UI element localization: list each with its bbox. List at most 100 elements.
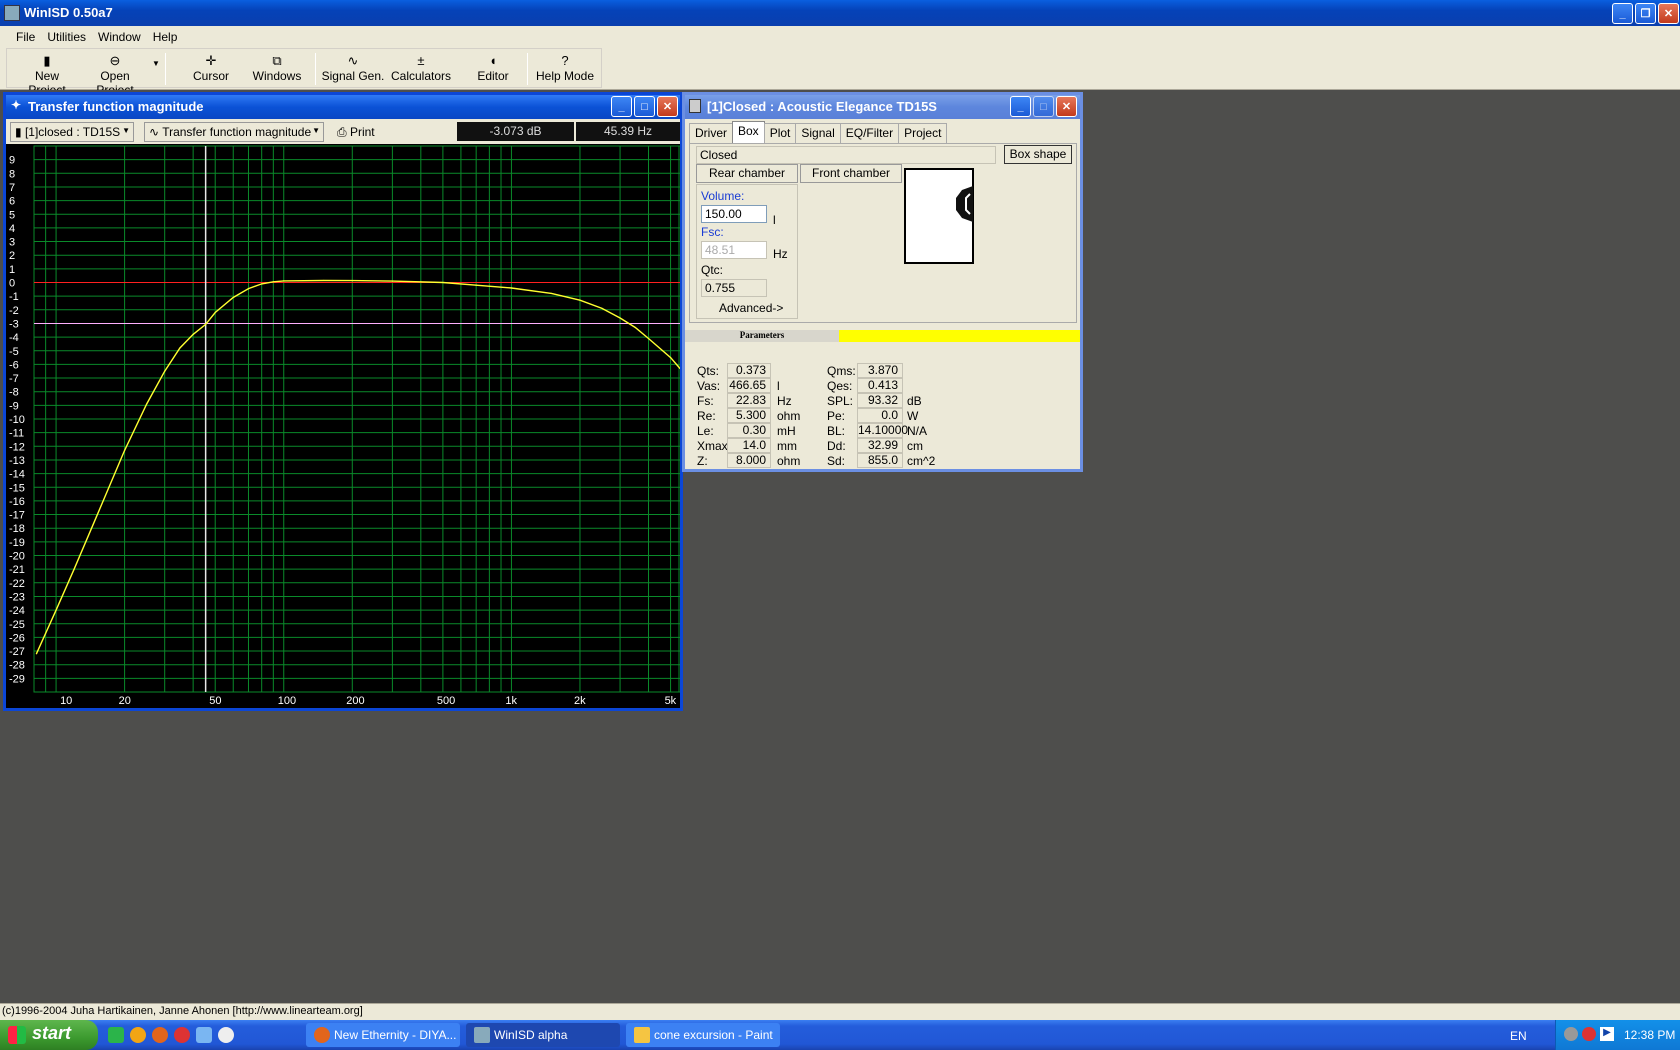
param-value[interactable]: 32.99 xyxy=(857,438,903,453)
box-shape-button[interactable]: Box shape xyxy=(1004,145,1072,164)
param-value[interactable]: 5.300 xyxy=(727,408,771,423)
task-paint[interactable]: cone excursion - Paint xyxy=(626,1023,780,1047)
tab-plot[interactable]: Plot xyxy=(763,123,797,143)
quicklaunch-app-icon[interactable] xyxy=(108,1027,124,1043)
box-window-titlebar[interactable]: [1]Closed : Acoustic Elegance TD15S _ □ … xyxy=(685,95,1080,119)
y-tick-label: 9 xyxy=(9,155,15,167)
tab-project[interactable]: Project xyxy=(898,123,948,143)
y-tick-label: 1 xyxy=(9,264,15,276)
param-value[interactable]: 0.30 xyxy=(727,423,771,438)
print-button[interactable]: ⎙ Print xyxy=(332,122,384,142)
box-close-button[interactable]: ✕ xyxy=(1056,96,1077,117)
param-unit: mH xyxy=(777,424,796,438)
param-value[interactable]: 3.870 xyxy=(857,363,903,378)
y-tick-label: -8 xyxy=(9,387,19,399)
signal-gen-button[interactable]: ∿ Signal Gen. xyxy=(321,53,385,87)
windows-icon: ⧉ xyxy=(272,53,282,68)
y-tick-label: -16 xyxy=(9,496,25,508)
close-button[interactable]: ✕ xyxy=(1658,3,1679,24)
data-point xyxy=(95,516,97,518)
start-button[interactable]: start xyxy=(0,1020,98,1050)
tab-signal[interactable]: Signal xyxy=(795,123,841,143)
help-mode-button[interactable]: ? Help Mode xyxy=(533,53,597,87)
quicklaunch-media-icon[interactable] xyxy=(174,1027,190,1043)
param-value[interactable]: 466.65 xyxy=(727,378,771,393)
y-tick-label: -14 xyxy=(9,469,25,481)
chevron-down-icon: ▼ xyxy=(122,126,130,135)
data-point xyxy=(146,403,148,405)
param-label: Qes: xyxy=(827,379,853,393)
box-maximize-button[interactable]: □ xyxy=(1033,96,1054,117)
param-value[interactable]: 22.83 xyxy=(727,393,771,408)
menu-file[interactable]: File xyxy=(16,30,35,44)
task-new-ethernity[interactable]: New Ethernity - DIYA... xyxy=(306,1023,460,1047)
project-select[interactable]: ▮ [1]closed : TD15S ▼ xyxy=(10,122,134,142)
transfer-function-plot[interactable]: 9876543210-1-2-3-4-5-6-7-8-9-10-11-12-13… xyxy=(6,144,680,708)
firefox-icon[interactable] xyxy=(152,1027,168,1043)
y-tick-label: 0 xyxy=(9,278,15,290)
chart-minimize-button[interactable]: _ xyxy=(611,96,632,117)
param-value[interactable]: 14.10000 xyxy=(857,423,908,438)
data-point xyxy=(351,279,353,282)
chart-window-titlebar[interactable]: ✦ Transfer function magnitude _ □ ✕ xyxy=(6,95,680,119)
tray-media-icon[interactable]: ▶ xyxy=(1600,1027,1614,1041)
y-tick-label: -6 xyxy=(9,359,19,371)
param-label: Qts: xyxy=(697,364,720,378)
param-value[interactable]: 93.32 xyxy=(857,393,903,408)
fsc-input[interactable]: 48.51 xyxy=(701,241,767,259)
chart-close-button[interactable]: ✕ xyxy=(657,96,678,117)
cursor-button[interactable]: ✛ Cursor xyxy=(179,53,243,87)
param-value[interactable]: 0.373 xyxy=(727,363,771,378)
rear-chamber-button[interactable]: Rear chamber xyxy=(696,164,798,183)
param-value[interactable]: 855.0 xyxy=(857,453,903,468)
front-chamber-button[interactable]: Front chamber xyxy=(800,164,902,183)
quicklaunch-show-desktop-icon[interactable] xyxy=(218,1027,234,1043)
param-label: Dd: xyxy=(827,439,846,453)
param-value[interactable]: 0.413 xyxy=(857,378,903,393)
quicklaunch-browser-icon[interactable] xyxy=(130,1027,146,1043)
data-point xyxy=(179,347,181,349)
menu-utilities[interactable]: Utilities xyxy=(47,30,86,44)
chart-maximize-button[interactable]: □ xyxy=(634,96,655,117)
tray-network-icon[interactable] xyxy=(1564,1027,1578,1041)
data-point xyxy=(510,287,513,289)
param-value[interactable]: 8.000 xyxy=(727,453,771,468)
minimize-button[interactable]: _ xyxy=(1612,3,1633,24)
quicklaunch-tool-icon[interactable] xyxy=(196,1027,212,1043)
param-value[interactable]: 0.0 xyxy=(857,408,903,423)
y-tick-label: -20 xyxy=(9,551,25,563)
help-question-icon: ? xyxy=(561,53,569,68)
open-project-dropdown[interactable]: ▼ xyxy=(151,59,161,93)
data-point xyxy=(283,280,285,282)
box-type-display: Closed xyxy=(696,146,996,164)
tab-eq-filter[interactable]: EQ/Filter xyxy=(839,123,900,143)
open-project-button[interactable]: ⊖ Open Project xyxy=(81,53,149,97)
param-value[interactable]: 14.0 xyxy=(727,438,771,453)
graph-type-select[interactable]: ∿ Transfer function magnitude ▼ xyxy=(144,122,324,142)
box-minimize-button[interactable]: _ xyxy=(1010,96,1031,117)
x-tick-label: 5k xyxy=(665,695,677,707)
parameters-highlight-bar xyxy=(839,330,1080,342)
editor-button[interactable]: ◖ Editor xyxy=(465,53,521,87)
y-tick-label: -19 xyxy=(9,537,25,549)
task-winisd[interactable]: WinISD alpha xyxy=(466,1023,620,1047)
param-label: SPL: xyxy=(827,394,854,408)
y-tick-label: -26 xyxy=(9,632,25,644)
y-tick-label: -9 xyxy=(9,400,19,412)
menu-help[interactable]: Help xyxy=(153,30,178,44)
param-label: Z: xyxy=(697,454,708,468)
tab-box[interactable]: Box xyxy=(732,121,765,143)
windows-button[interactable]: ⧉ Windows xyxy=(245,53,309,87)
menubar: File Utilities Window Help xyxy=(0,26,1680,48)
volume-input[interactable]: 150.00 xyxy=(701,205,767,223)
tab-driver[interactable]: Driver xyxy=(689,123,733,143)
x-tick-label: 1k xyxy=(505,695,517,707)
language-indicator[interactable]: EN xyxy=(1510,1029,1527,1043)
advanced-button[interactable]: Advanced-> xyxy=(719,301,783,315)
restore-button[interactable]: ❐ xyxy=(1635,3,1656,24)
tray-security-icon[interactable] xyxy=(1582,1027,1596,1041)
menu-window[interactable]: Window xyxy=(98,30,141,44)
calculators-button[interactable]: ± Calculators xyxy=(389,53,453,87)
data-point xyxy=(55,609,57,611)
new-project-button[interactable]: ▮ New Project xyxy=(15,53,79,97)
